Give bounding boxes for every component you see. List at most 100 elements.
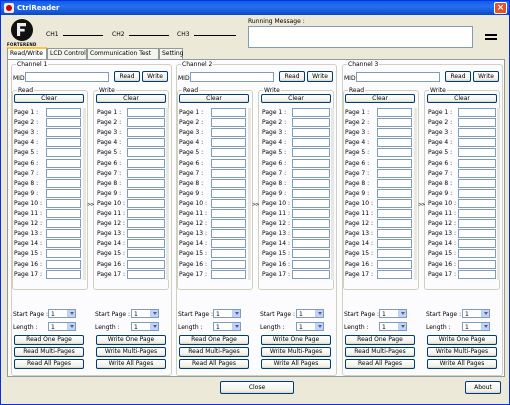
channel-2-write-page-5-field[interactable] — [292, 148, 330, 158]
channel-2-write-multi-pages-button[interactable]: Write Multi-Pages — [261, 347, 331, 357]
channel-1-write-page-16-field[interactable] — [127, 259, 165, 269]
close-button[interactable]: Close — [220, 381, 294, 394]
channel-3-read-start-select[interactable]: 1 — [379, 309, 407, 318]
channel-1-write-one-page-button[interactable]: Write One Page — [96, 335, 166, 345]
channel-1-read-page-3-field[interactable] — [46, 128, 81, 138]
channel-3-read-page-5-field[interactable] — [377, 148, 412, 158]
channel-2-read-start-select[interactable]: 1 — [213, 309, 241, 318]
channel-1-read-page-10-field[interactable] — [46, 198, 81, 208]
channel-2-write-page-1-field[interactable] — [292, 108, 330, 117]
channel-1-write-page-12-field[interactable] — [127, 219, 165, 229]
channel-2-read-page-4-field[interactable] — [211, 138, 246, 148]
channel-3-write-multi-pages-button[interactable]: Write Multi-Pages — [427, 347, 497, 357]
channel-3-write-start-select[interactable]: 1 — [462, 309, 490, 318]
channel-1-read-all-pages-button[interactable]: Read All Pages — [14, 359, 84, 369]
channel-3-read-page-12-field[interactable] — [377, 219, 412, 229]
channel-2-write-page-15-field[interactable] — [292, 249, 330, 259]
running-message-box[interactable] — [248, 26, 473, 48]
channel-3-write-page-6-field[interactable] — [458, 158, 496, 168]
channel-2-read-page-7-field[interactable] — [211, 168, 246, 178]
channel-1-read-page-9-field[interactable] — [46, 188, 81, 198]
channel-1-write-page-4-field[interactable] — [127, 138, 165, 148]
channel-1-write-page-2-field[interactable] — [127, 118, 165, 128]
channel-3-write-page-1-field[interactable] — [458, 108, 496, 117]
channel-3-read-multi-pages-button[interactable]: Read Multi-Pages — [345, 347, 415, 357]
channel-2-read-page-5-field[interactable] — [211, 148, 246, 158]
channel-3-write-button[interactable]: Write — [473, 71, 499, 82]
channel-3-write-page-7-field[interactable] — [458, 168, 496, 178]
channel-2-write-page-9-field[interactable] — [292, 188, 330, 198]
channel-2-read-page-11-field[interactable] — [211, 209, 246, 218]
channel-2-read-page-17-field[interactable] — [211, 269, 246, 279]
channel-1-write-multi-pages-button[interactable]: Write Multi-Pages — [96, 347, 166, 357]
channel-3-read-page-15-field[interactable] — [377, 249, 412, 259]
channel-3-read-scrollbar[interactable] — [414, 108, 417, 280]
channel-2-write-page-12-field[interactable] — [292, 219, 330, 229]
channel-2-write-one-page-button[interactable]: Write One Page — [261, 335, 331, 345]
channel-1-read-page-7-field[interactable] — [46, 168, 81, 178]
channel-1-write-page-13-field[interactable] — [127, 229, 165, 239]
channel-2-read-page-3-field[interactable] — [211, 128, 246, 138]
channel-1-read-one-page-button[interactable]: Read One Page — [14, 335, 84, 345]
channel-3-read-page-13-field[interactable] — [377, 229, 412, 239]
channel-1-write-page-11-field[interactable] — [127, 209, 165, 218]
channel-3-read-page-11-field[interactable] — [377, 209, 412, 218]
channel-3-write-page-2-field[interactable] — [458, 118, 496, 128]
channel-3-mid-input[interactable] — [356, 72, 440, 82]
channel-3-write-all-pages-button[interactable]: Write All Pages — [427, 359, 497, 369]
channel-2-write-length-select-dropdown-arrow-icon[interactable] — [315, 323, 323, 330]
channel-2-read-page-10-field[interactable] — [211, 198, 246, 208]
channel-2-write-button[interactable]: Write — [307, 71, 333, 82]
channel-3-read-page-14-field[interactable] — [377, 239, 412, 249]
channel-3-read-page-10-field[interactable] — [377, 198, 412, 208]
channel-1-read-start-select-dropdown-arrow-icon[interactable] — [67, 310, 75, 317]
channel-2-write-page-7-field[interactable] — [292, 168, 330, 178]
channel-2-write-scrollbar[interactable] — [331, 108, 334, 280]
channel-2-write-page-17-field[interactable] — [292, 269, 330, 279]
channel-1-write-length-select[interactable]: 1 — [131, 322, 159, 331]
channel-3-write-one-page-button[interactable]: Write One Page — [427, 335, 497, 345]
channel-2-write-page-3-field[interactable] — [292, 128, 330, 138]
channel-3-write-scrollbar[interactable] — [497, 108, 500, 280]
channel-3-write-length-select[interactable]: 1 — [462, 322, 490, 331]
channel-2-read-start-select-dropdown-arrow-icon[interactable] — [232, 310, 240, 317]
channel-1-clear-read-button[interactable]: Clear — [14, 94, 84, 103]
channel-2-read-one-page-button[interactable]: Read One Page — [179, 335, 249, 345]
channel-2-read-page-6-field[interactable] — [211, 158, 246, 168]
channel-3-read-start-select-dropdown-arrow-icon[interactable] — [398, 310, 406, 317]
channel-1-read-page-13-field[interactable] — [46, 229, 81, 239]
channel-3-read-all-pages-button[interactable]: Read All Pages — [345, 359, 415, 369]
channel-2-write-start-select[interactable]: 1 — [296, 309, 324, 318]
channel-1-write-button[interactable]: Write — [142, 71, 168, 82]
channel-3-read-page-2-field[interactable] — [377, 118, 412, 128]
channel-2-read-page-12-field[interactable] — [211, 219, 246, 229]
channel-1-write-page-3-field[interactable] — [127, 128, 165, 138]
channel-1-write-page-10-field[interactable] — [127, 198, 165, 208]
channel-2-write-page-16-field[interactable] — [292, 259, 330, 269]
channel-3-write-page-8-field[interactable] — [458, 178, 496, 188]
channel-3-clear-read-button[interactable]: Clear — [345, 94, 415, 103]
channel-3-copy-arrow[interactable]: >> — [418, 202, 425, 208]
title-bar[interactable]: CtrlReader × — [1, 1, 509, 15]
channel-1-write-page-14-field[interactable] — [127, 239, 165, 249]
tab-setting[interactable]: Setting — [159, 48, 183, 59]
channel-1-write-start-select[interactable]: 1 — [131, 309, 159, 318]
channel-2-read-page-2-field[interactable] — [211, 118, 246, 128]
channel-1-read-length-select-dropdown-arrow-icon[interactable] — [67, 323, 75, 330]
channel-2-clear-read-button[interactable]: Clear — [179, 94, 249, 103]
channel-1-read-page-2-field[interactable] — [46, 118, 81, 128]
channel-3-read-page-9-field[interactable] — [377, 188, 412, 198]
channel-3-read-page-6-field[interactable] — [377, 158, 412, 168]
channel-3-write-page-14-field[interactable] — [458, 239, 496, 249]
channel-1-write-page-6-field[interactable] — [127, 158, 165, 168]
channel-2-read-length-select-dropdown-arrow-icon[interactable] — [232, 323, 240, 330]
channel-2-read-all-pages-button[interactable]: Read All Pages — [179, 359, 249, 369]
channel-3-write-page-9-field[interactable] — [458, 188, 496, 198]
channel-2-write-page-6-field[interactable] — [292, 158, 330, 168]
channel-2-write-page-8-field[interactable] — [292, 178, 330, 188]
channel-2-read-button[interactable]: Read — [279, 71, 305, 82]
channel-1-write-page-15-field[interactable] — [127, 249, 165, 259]
channel-2-read-page-16-field[interactable] — [211, 259, 246, 269]
channel-1-read-page-8-field[interactable] — [46, 178, 81, 188]
channel-1-write-page-7-field[interactable] — [127, 168, 165, 178]
